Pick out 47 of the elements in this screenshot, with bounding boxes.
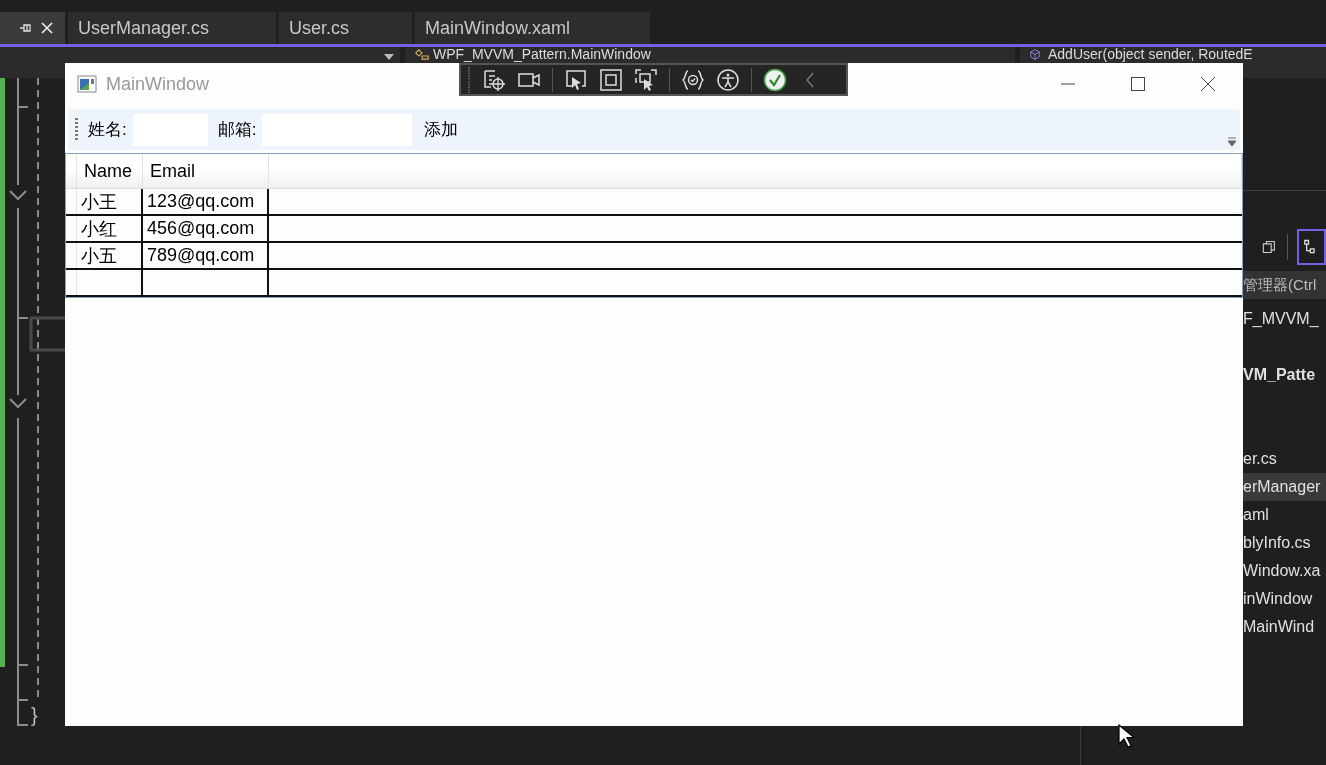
tree-item[interactable]: MainWind (1243, 613, 1326, 641)
table-cell: 小红 (77, 216, 143, 241)
column-header[interactable]: Name (77, 154, 143, 188)
table-cell: 小王 (77, 189, 143, 214)
tree-item[interactable]: inWindow (1243, 585, 1326, 613)
pointer-icon[interactable] (564, 67, 588, 92)
close-icon (1201, 77, 1215, 91)
add-button[interactable]: 添加 (418, 118, 465, 141)
search-field[interactable]: 管理器(Ctrl (1243, 271, 1326, 299)
class-icon (415, 49, 429, 60)
app-icon (77, 75, 97, 93)
square-icon[interactable] (599, 67, 623, 92)
editor-tab[interactable] (0, 12, 65, 44)
grip-icon[interactable] (75, 117, 78, 142)
check-icon[interactable] (763, 67, 787, 92)
table-cell: 789@qq.com (143, 243, 269, 268)
editor-tab[interactable]: MainWindow.xaml (415, 12, 650, 44)
table-cell: 123@qq.com (143, 189, 269, 214)
column-header[interactable]: Email (143, 154, 269, 188)
method-icon (1028, 49, 1042, 60)
tree-item[interactable]: Window.xa (1243, 557, 1326, 585)
pointer-icon[interactable] (634, 67, 658, 92)
close-icon[interactable] (39, 20, 55, 36)
tree-item[interactable]: F_MVVM_ (1243, 305, 1326, 333)
type-dropdown[interactable]: WPF_MVVM_Pattern.MainWindow (433, 47, 651, 61)
tree-item[interactable]: aml (1243, 501, 1326, 529)
table-cell: 456@qq.com (143, 216, 269, 241)
tree-item[interactable]: VM_Patte (1243, 361, 1326, 389)
editor-tab[interactable]: UserManager.cs (68, 12, 276, 44)
maximize-icon (1131, 77, 1145, 91)
hierarchy-icon[interactable] (1297, 229, 1326, 265)
select-element-icon[interactable] (482, 67, 506, 92)
tree-item[interactable]: erManager (1243, 473, 1326, 501)
code-text: } (31, 704, 38, 727)
window-title: MainWindow (106, 73, 210, 95)
tree-item[interactable]: blyInfo.cs (1243, 529, 1326, 557)
overflow-icon[interactable] (1227, 137, 1237, 147)
table-cell: 小五 (77, 243, 143, 268)
minimize-icon (1061, 83, 1075, 85)
tree-item[interactable]: er.cs (1243, 445, 1326, 473)
grip-icon[interactable] (467, 66, 471, 93)
email-label: 邮箱: (217, 119, 257, 141)
editor-tab[interactable]: User.cs (279, 12, 412, 44)
accessibility-icon[interactable] (716, 67, 740, 92)
name-label: 姓名: (88, 119, 127, 141)
dropdown-icon[interactable] (384, 54, 394, 60)
braces-check-icon[interactable] (681, 67, 705, 92)
